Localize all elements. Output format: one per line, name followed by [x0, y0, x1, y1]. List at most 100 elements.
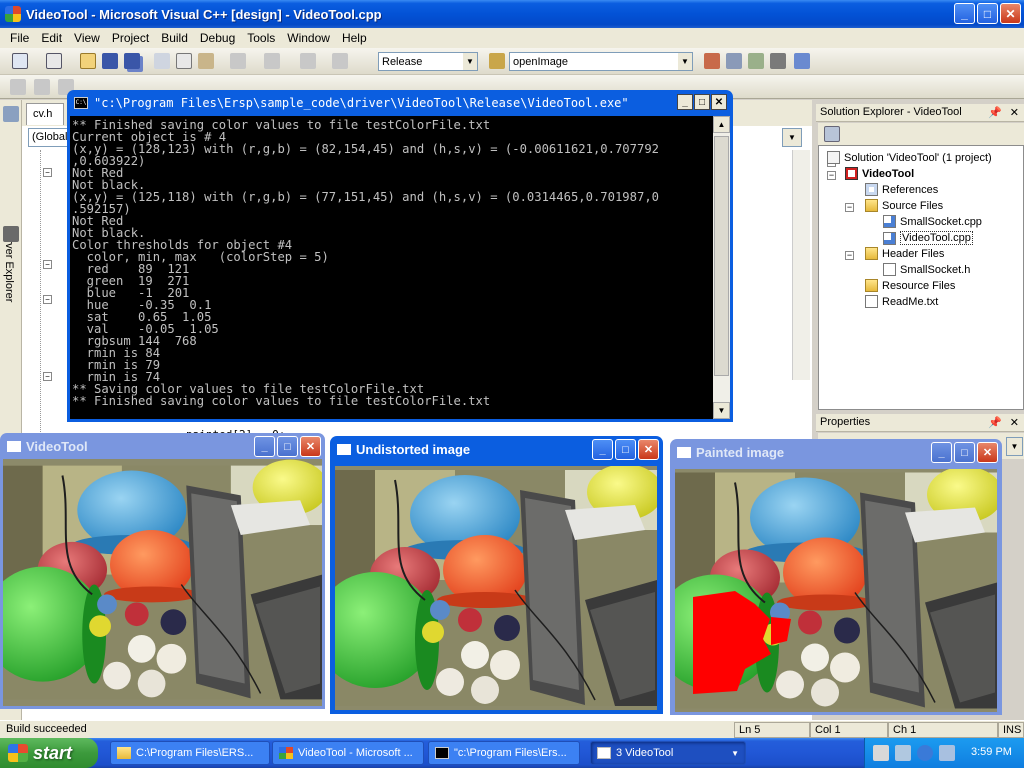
taskbar-videotool-group[interactable]: 3 VideoTool ▼ — [590, 741, 746, 765]
scope-combo[interactable]: (Global — [28, 128, 72, 147]
maximize-button[interactable]: □ — [694, 94, 710, 110]
tree-project[interactable]: VideoTool — [845, 167, 914, 180]
redo-icon[interactable] — [264, 53, 280, 69]
find-combo[interactable]: openImage ▼ — [509, 52, 693, 71]
editor-scrollbar[interactable] — [792, 150, 810, 380]
solution-explorer-icon[interactable] — [704, 53, 720, 69]
scroll-thumb[interactable] — [714, 136, 729, 376]
pin-icon[interactable]: 📌 — [988, 106, 1002, 119]
console-scrollbar[interactable]: ▲ ▼ — [713, 116, 730, 419]
tree-header-files[interactable]: Header Files — [865, 247, 944, 260]
taskbar-console[interactable]: "c:\Program Files\Ers... — [428, 741, 580, 765]
collapse-icon[interactable]: − — [845, 203, 854, 212]
tree-resource-files[interactable]: Resource Files — [865, 279, 955, 292]
close-icon[interactable]: ✕ — [1010, 416, 1019, 429]
tree-file[interactable]: VideoTool.cpp — [883, 231, 973, 245]
chevron-down-icon[interactable]: ▼ — [678, 53, 692, 70]
properties-icon[interactable] — [824, 126, 840, 142]
display-icon[interactable] — [939, 745, 955, 761]
close-icon[interactable]: ✕ — [1010, 106, 1019, 119]
minimize-button[interactable]: _ — [254, 436, 275, 457]
painted-image[interactable] — [675, 469, 997, 712]
undistorted-image-window[interactable]: Undistorted image _ □ ✕ — [330, 436, 663, 714]
tools-icon[interactable] — [770, 53, 786, 69]
start-button[interactable]: start — [0, 738, 98, 768]
minimize-button[interactable]: _ — [592, 439, 613, 460]
collapse-icon[interactable]: − — [845, 251, 854, 260]
menu-edit[interactable]: Edit — [35, 31, 68, 45]
app-titlebar[interactable]: VideoTool - Microsoft Visual C++ [design… — [0, 0, 1024, 28]
maximize-button[interactable]: □ — [277, 436, 298, 457]
undistorted-image[interactable] — [335, 466, 657, 710]
tab-cv-h[interactable]: cv.h — [26, 103, 64, 125]
open-icon[interactable] — [80, 53, 96, 69]
menu-debug[interactable]: Debug — [194, 31, 241, 45]
tree-file[interactable]: SmallSocket.cpp — [883, 215, 982, 228]
paste-icon[interactable] — [198, 53, 214, 69]
close-button[interactable]: ✕ — [638, 439, 659, 460]
customize-icon[interactable] — [794, 53, 810, 69]
menu-window[interactable]: Window — [281, 31, 336, 45]
maximize-button[interactable]: □ — [977, 3, 998, 24]
toolbox-tab-icon[interactable] — [3, 226, 19, 242]
maximize-button[interactable]: □ — [615, 439, 636, 460]
camera-image[interactable] — [3, 459, 322, 706]
copy-icon[interactable] — [176, 53, 192, 69]
toolbox-icon[interactable] — [748, 53, 764, 69]
console-titlebar[interactable]: C:\ "c:\Program Files\Ersp\sample_code\d… — [70, 90, 730, 116]
menu-help[interactable]: Help — [336, 31, 373, 45]
parameter-info-icon[interactable] — [34, 79, 50, 95]
chevron-down-icon[interactable]: ▼ — [782, 128, 802, 147]
list-members-icon[interactable] — [10, 79, 26, 95]
tree-file[interactable]: ReadMe.txt — [865, 295, 938, 308]
add-item-icon[interactable] — [46, 53, 62, 69]
collapse-icon[interactable]: − — [827, 171, 836, 180]
menu-build[interactable]: Build — [155, 31, 194, 45]
properties-icon[interactable] — [726, 53, 742, 69]
chevron-down-icon[interactable]: ▼ — [463, 53, 477, 70]
cut-icon[interactable] — [154, 53, 170, 69]
taskbar-explorer[interactable]: C:\Program Files\ERS... — [110, 741, 270, 765]
save-all-icon[interactable] — [124, 53, 140, 69]
find-in-files-icon[interactable] — [489, 53, 505, 69]
server-explorer-icon[interactable] — [3, 106, 19, 122]
pin-icon[interactable]: 📌 — [988, 416, 1002, 429]
save-icon[interactable] — [102, 53, 118, 69]
close-button[interactable]: ✕ — [977, 442, 998, 463]
menu-project[interactable]: Project — [106, 31, 155, 45]
collapse-icon[interactable]: − — [43, 260, 52, 269]
maximize-button[interactable]: □ — [954, 442, 975, 463]
menu-file[interactable]: File — [4, 31, 35, 45]
painted-image-window[interactable]: Painted image _ □ ✕ — [670, 439, 1002, 715]
collapse-icon[interactable]: − — [43, 168, 52, 177]
chevron-down-icon[interactable]: ▼ — [1006, 437, 1023, 456]
arrow-icon[interactable] — [917, 745, 933, 761]
taskbar-visual-studio[interactable]: VideoTool - Microsoft ... — [272, 741, 424, 765]
collapse-icon[interactable]: − — [43, 372, 52, 381]
minimize-button[interactable]: _ — [931, 442, 952, 463]
tree-solution[interactable]: Solution 'VideoTool' (1 project) — [827, 151, 992, 164]
tree-source-files[interactable]: Source Files — [865, 199, 943, 212]
tree-file[interactable]: SmallSocket.h — [883, 263, 970, 276]
close-button[interactable]: ✕ — [1000, 3, 1021, 24]
close-button[interactable]: ✕ — [300, 436, 321, 457]
minimize-button[interactable]: _ — [677, 94, 693, 110]
navigate-back-icon[interactable] — [300, 53, 316, 69]
configuration-combo[interactable]: Release ▼ — [378, 52, 478, 71]
keyboard-icon[interactable] — [873, 745, 889, 761]
console-window[interactable]: C:\ "c:\Program Files\Ersp\sample_code\d… — [67, 90, 733, 422]
navigate-forward-icon[interactable] — [332, 53, 348, 69]
scroll-down-icon[interactable]: ▼ — [713, 402, 730, 419]
tree-references[interactable]: References — [865, 183, 938, 196]
collapse-icon[interactable]: − — [43, 295, 52, 304]
minimize-button[interactable]: _ — [954, 3, 975, 24]
close-button[interactable]: ✕ — [711, 94, 727, 110]
videotool-window[interactable]: VideoTool _ □ ✕ — [0, 433, 325, 709]
menu-view[interactable]: View — [68, 31, 106, 45]
network-icon[interactable] — [895, 745, 911, 761]
chevron-down-icon[interactable]: ▼ — [731, 749, 739, 758]
scroll-up-icon[interactable]: ▲ — [713, 116, 730, 133]
new-project-icon[interactable] — [12, 53, 28, 69]
undo-icon[interactable] — [230, 53, 246, 69]
menu-tools[interactable]: Tools — [241, 31, 281, 45]
